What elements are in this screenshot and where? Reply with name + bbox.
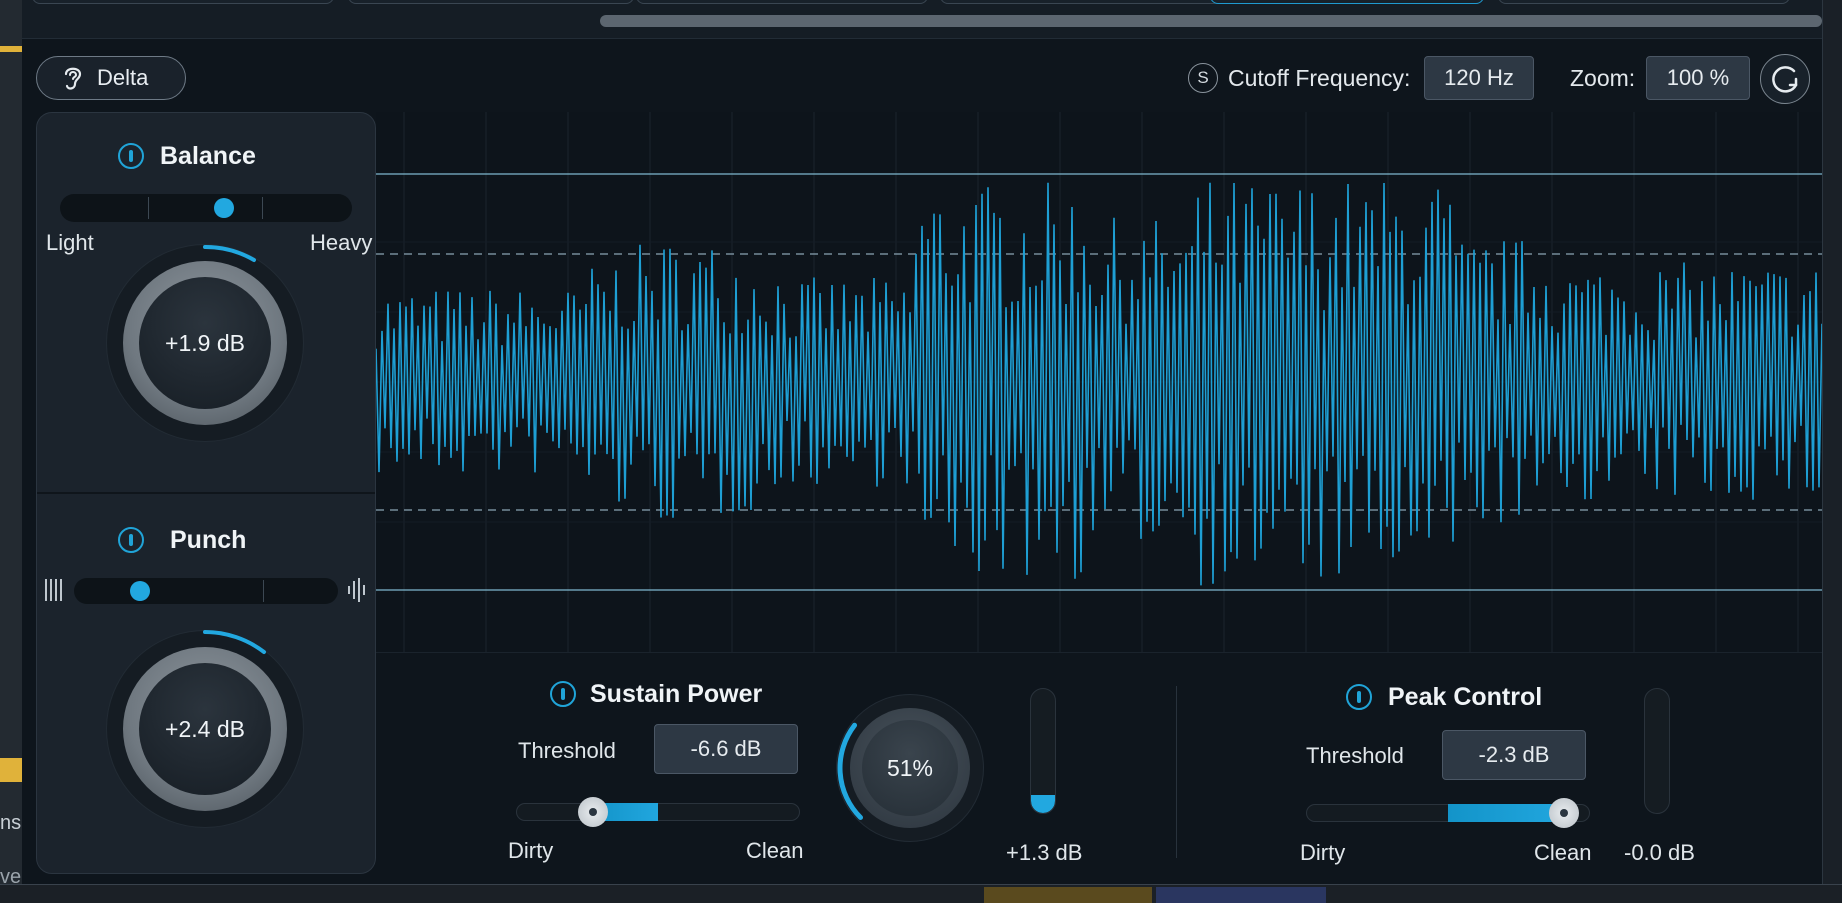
sustain-mix-knob[interactable]: 51% (862, 720, 958, 816)
punch-slider-handle[interactable] (130, 581, 150, 601)
sustain-meter-value: +1.3 dB (1006, 840, 1083, 865)
sustain-power-title: Sustain Power (590, 680, 763, 708)
peak-clean-label: Clean (1534, 840, 1592, 865)
punch-gain-knob[interactable]: +2.4 dB (139, 663, 271, 795)
balance-light-label: Light (46, 230, 94, 255)
audio-waveform (376, 182, 1822, 586)
sustain-output-meter (1030, 688, 1056, 814)
balance-slider[interactable] (60, 194, 352, 222)
reset-view-button[interactable] (1760, 54, 1810, 104)
panel-divider (37, 492, 375, 494)
peak-control-title: Peak Control (1388, 683, 1543, 711)
sparse-transient-icon (348, 578, 365, 602)
peak-threshold-field[interactable]: -2.3 dB (1442, 730, 1586, 780)
peak-dirty-label: Dirty (1300, 840, 1346, 865)
zoom-label: Zoom: (1570, 65, 1636, 91)
host-marker-bottom (0, 758, 22, 782)
host-clip (1156, 887, 1326, 903)
module-tab[interactable] (32, 0, 334, 4)
host-left-strip: ns ve (0, 0, 22, 902)
cutoff-frequency-field[interactable]: 120 Hz (1424, 56, 1534, 100)
module-tab[interactable] (636, 0, 928, 4)
balance-title: Balance (160, 142, 256, 170)
sustain-slider-handle[interactable] (577, 797, 608, 827)
host-clip (984, 887, 1152, 903)
balance-heavy-label: Heavy (310, 230, 373, 255)
peak-meter-value: -0.0 dB (1624, 840, 1695, 865)
host-marker-top (0, 46, 22, 52)
dense-transient-icon (45, 579, 62, 601)
sustain-meter-fill (1031, 795, 1055, 813)
section-divider (1176, 686, 1177, 858)
horizontal-scrollbar[interactable] (600, 15, 1822, 27)
peak-control-power-button[interactable] (1346, 684, 1372, 710)
module-tab[interactable] (348, 0, 634, 4)
sustain-dirty-clean-slider[interactable] (516, 803, 800, 821)
balance-gain-knob[interactable]: +1.9 dB (139, 277, 271, 409)
sustain-threshold-label: Threshold (518, 738, 616, 763)
delta-label: Delta (97, 65, 149, 90)
host-bottom-strip (0, 884, 1842, 903)
balance-slider-handle[interactable] (213, 198, 234, 218)
sustain-threshold-field[interactable]: -6.6 dB (654, 724, 798, 774)
peak-output-meter (1644, 688, 1670, 814)
sustain-power-button[interactable] (550, 681, 576, 707)
module-tab[interactable] (1498, 0, 1790, 4)
punch-tick (263, 580, 264, 602)
waveform-plot (376, 112, 1822, 652)
punch-power-button[interactable] (118, 527, 144, 553)
host-right-strip (1822, 0, 1842, 902)
refresh-icon (1772, 66, 1798, 93)
waveform-display[interactable] (376, 112, 1822, 652)
balance-power-button[interactable] (118, 143, 144, 169)
solo-button[interactable]: S (1188, 63, 1218, 93)
peak-threshold-label: Threshold (1306, 743, 1404, 768)
sustain-dirty-label: Dirty (508, 838, 554, 863)
ear-icon (64, 67, 82, 90)
peak-slider-fill (1448, 804, 1565, 822)
cutoff-frequency-label: Cutoff Frequency: (1228, 65, 1411, 91)
zoom-field[interactable]: 100 % (1646, 56, 1750, 100)
module-tab-active[interactable] (1210, 0, 1484, 4)
module-tab[interactable] (940, 0, 1222, 4)
host-label-1: ns (0, 812, 22, 834)
delta-button[interactable]: Delta (36, 56, 186, 100)
punch-slider[interactable] (74, 578, 338, 604)
sustain-clean-label: Clean (746, 838, 804, 863)
punch-title: Punch (170, 526, 247, 554)
balance-tick (262, 197, 263, 219)
balance-tick (148, 197, 149, 219)
